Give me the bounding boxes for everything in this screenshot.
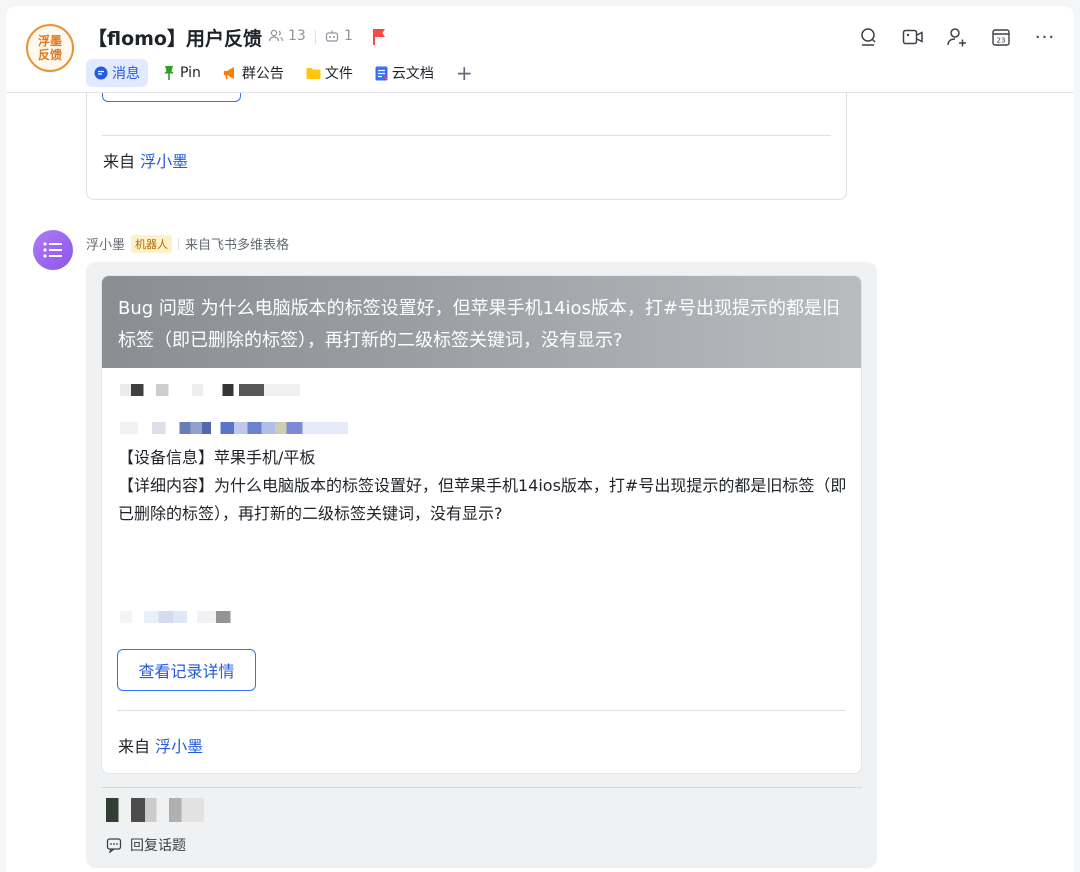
device-info: 【设备信息】苹果手机/平板 [118, 448, 316, 467]
calendar-day: 23 [997, 37, 1006, 45]
detail-content: 【详细内容】为什么电脑版本的标签设置好，但苹果手机14ios版本，打#号出现提示… [118, 476, 847, 523]
add-tab-button[interactable]: + [448, 61, 481, 85]
redacted-text [120, 384, 300, 396]
reply-thread-button[interactable]: 回复话题 [106, 835, 186, 855]
card-title: Bug 问题 为什么电脑版本的标签设置好，但苹果手机14ios版本，打#号出现提… [118, 298, 841, 351]
chat-messages: 查看记录详情 来自 浮小墨 浮小墨 机器人 来自飞书多维表格 Bug 问题 为什… [6, 60, 1074, 872]
redacted-text [120, 422, 348, 434]
add-member-icon[interactable] [946, 26, 968, 48]
bot-icon [325, 30, 339, 42]
message-icon [94, 66, 108, 80]
card-header: Bug 问题 为什么电脑版本的标签设置好，但苹果手机14ios版本，打#号出现提… [102, 276, 861, 368]
pin-icon [164, 66, 174, 80]
tab-pin[interactable]: Pin [154, 59, 209, 87]
card-divider [102, 135, 831, 136]
from-link[interactable]: 浮小墨 [140, 152, 188, 171]
member-count[interactable]: 13 [268, 28, 306, 44]
chat-tabs: 消息 Pin 群公告 文件 云文档 + [86, 59, 481, 87]
from-prefix: 来自 [103, 152, 136, 171]
more-label: ··· [1034, 26, 1056, 48]
bot-count-value: 1 [344, 28, 353, 44]
members-icon [268, 29, 284, 42]
group-title[interactable]: 【flomo】用户反馈 [88, 24, 262, 51]
card-from: 来自 浮小墨 [118, 733, 203, 757]
redacted-text [120, 611, 240, 623]
bot-avatar[interactable] [33, 230, 73, 270]
tab-messages[interactable]: 消息 [86, 59, 148, 87]
tab-label: 群公告 [241, 66, 284, 82]
redacted-reactions [106, 798, 246, 822]
meta-divider [315, 30, 316, 44]
group-avatar-text-1: 浮墨 [37, 34, 62, 48]
group-avatar-text-2: 反馈 [37, 48, 62, 62]
bot-badge: 机器人 [131, 234, 173, 253]
flag-icon[interactable] [372, 28, 388, 50]
tab-docs[interactable]: 云文档 [367, 59, 442, 87]
video-icon[interactable] [902, 26, 924, 48]
search-icon[interactable] [858, 26, 880, 48]
announcement-icon [223, 67, 234, 80]
message-source: 来自飞书多维表格 [185, 238, 290, 253]
card-divider [117, 710, 846, 711]
record-card: Bug 问题 为什么电脑版本的标签设置好，但苹果手机14ios版本，打#号出现提… [101, 275, 862, 774]
more-icon[interactable]: ··· [1034, 26, 1056, 48]
tab-label: 文件 [324, 66, 353, 82]
header-actions: 23 ··· [858, 26, 1056, 48]
tab-files[interactable]: 文件 [298, 59, 361, 87]
doc-icon [375, 66, 388, 80]
from-prefix: 来自 [118, 737, 151, 756]
tab-label: 云文档 [391, 66, 434, 82]
from-link[interactable]: 浮小墨 [155, 737, 203, 756]
chat-window: 浮墨 反馈 【flomo】用户反馈 13 1 23 ··· 消息 Pin 群公告… [6, 6, 1074, 872]
tab-label: Pin [180, 65, 201, 81]
reply-label: 回复话题 [130, 838, 186, 854]
tab-announcement[interactable]: 群公告 [215, 59, 292, 87]
member-count-value: 13 [288, 28, 306, 44]
bot-count[interactable]: 1 [324, 28, 353, 44]
reply-icon [106, 838, 122, 853]
tab-label: 消息 [112, 66, 140, 82]
card-body: 【设备信息】苹果手机/平板 【详细内容】为什么电脑版本的标签设置好，但苹果手机1… [118, 444, 848, 528]
card-from: 来自 浮小墨 [103, 148, 188, 172]
sender-line: 浮小墨 机器人 来自飞书多维表格 [86, 234, 289, 253]
chat-header: 浮墨 反馈 【flomo】用户反馈 13 1 23 ··· 消息 Pin 群公告… [6, 6, 1074, 93]
message-bubble: Bug 问题 为什么电脑版本的标签设置好，但苹果手机14ios版本，打#号出现提… [86, 262, 877, 868]
sender-name[interactable]: 浮小墨 [86, 234, 125, 253]
bubble-divider [101, 787, 862, 788]
group-avatar[interactable]: 浮墨 反馈 [26, 24, 74, 72]
folder-icon [306, 67, 321, 79]
calendar-icon[interactable]: 23 [990, 26, 1012, 48]
view-record-button[interactable]: 查看记录详情 [117, 649, 256, 691]
sender-divider [178, 237, 180, 250]
list-icon [43, 242, 62, 258]
